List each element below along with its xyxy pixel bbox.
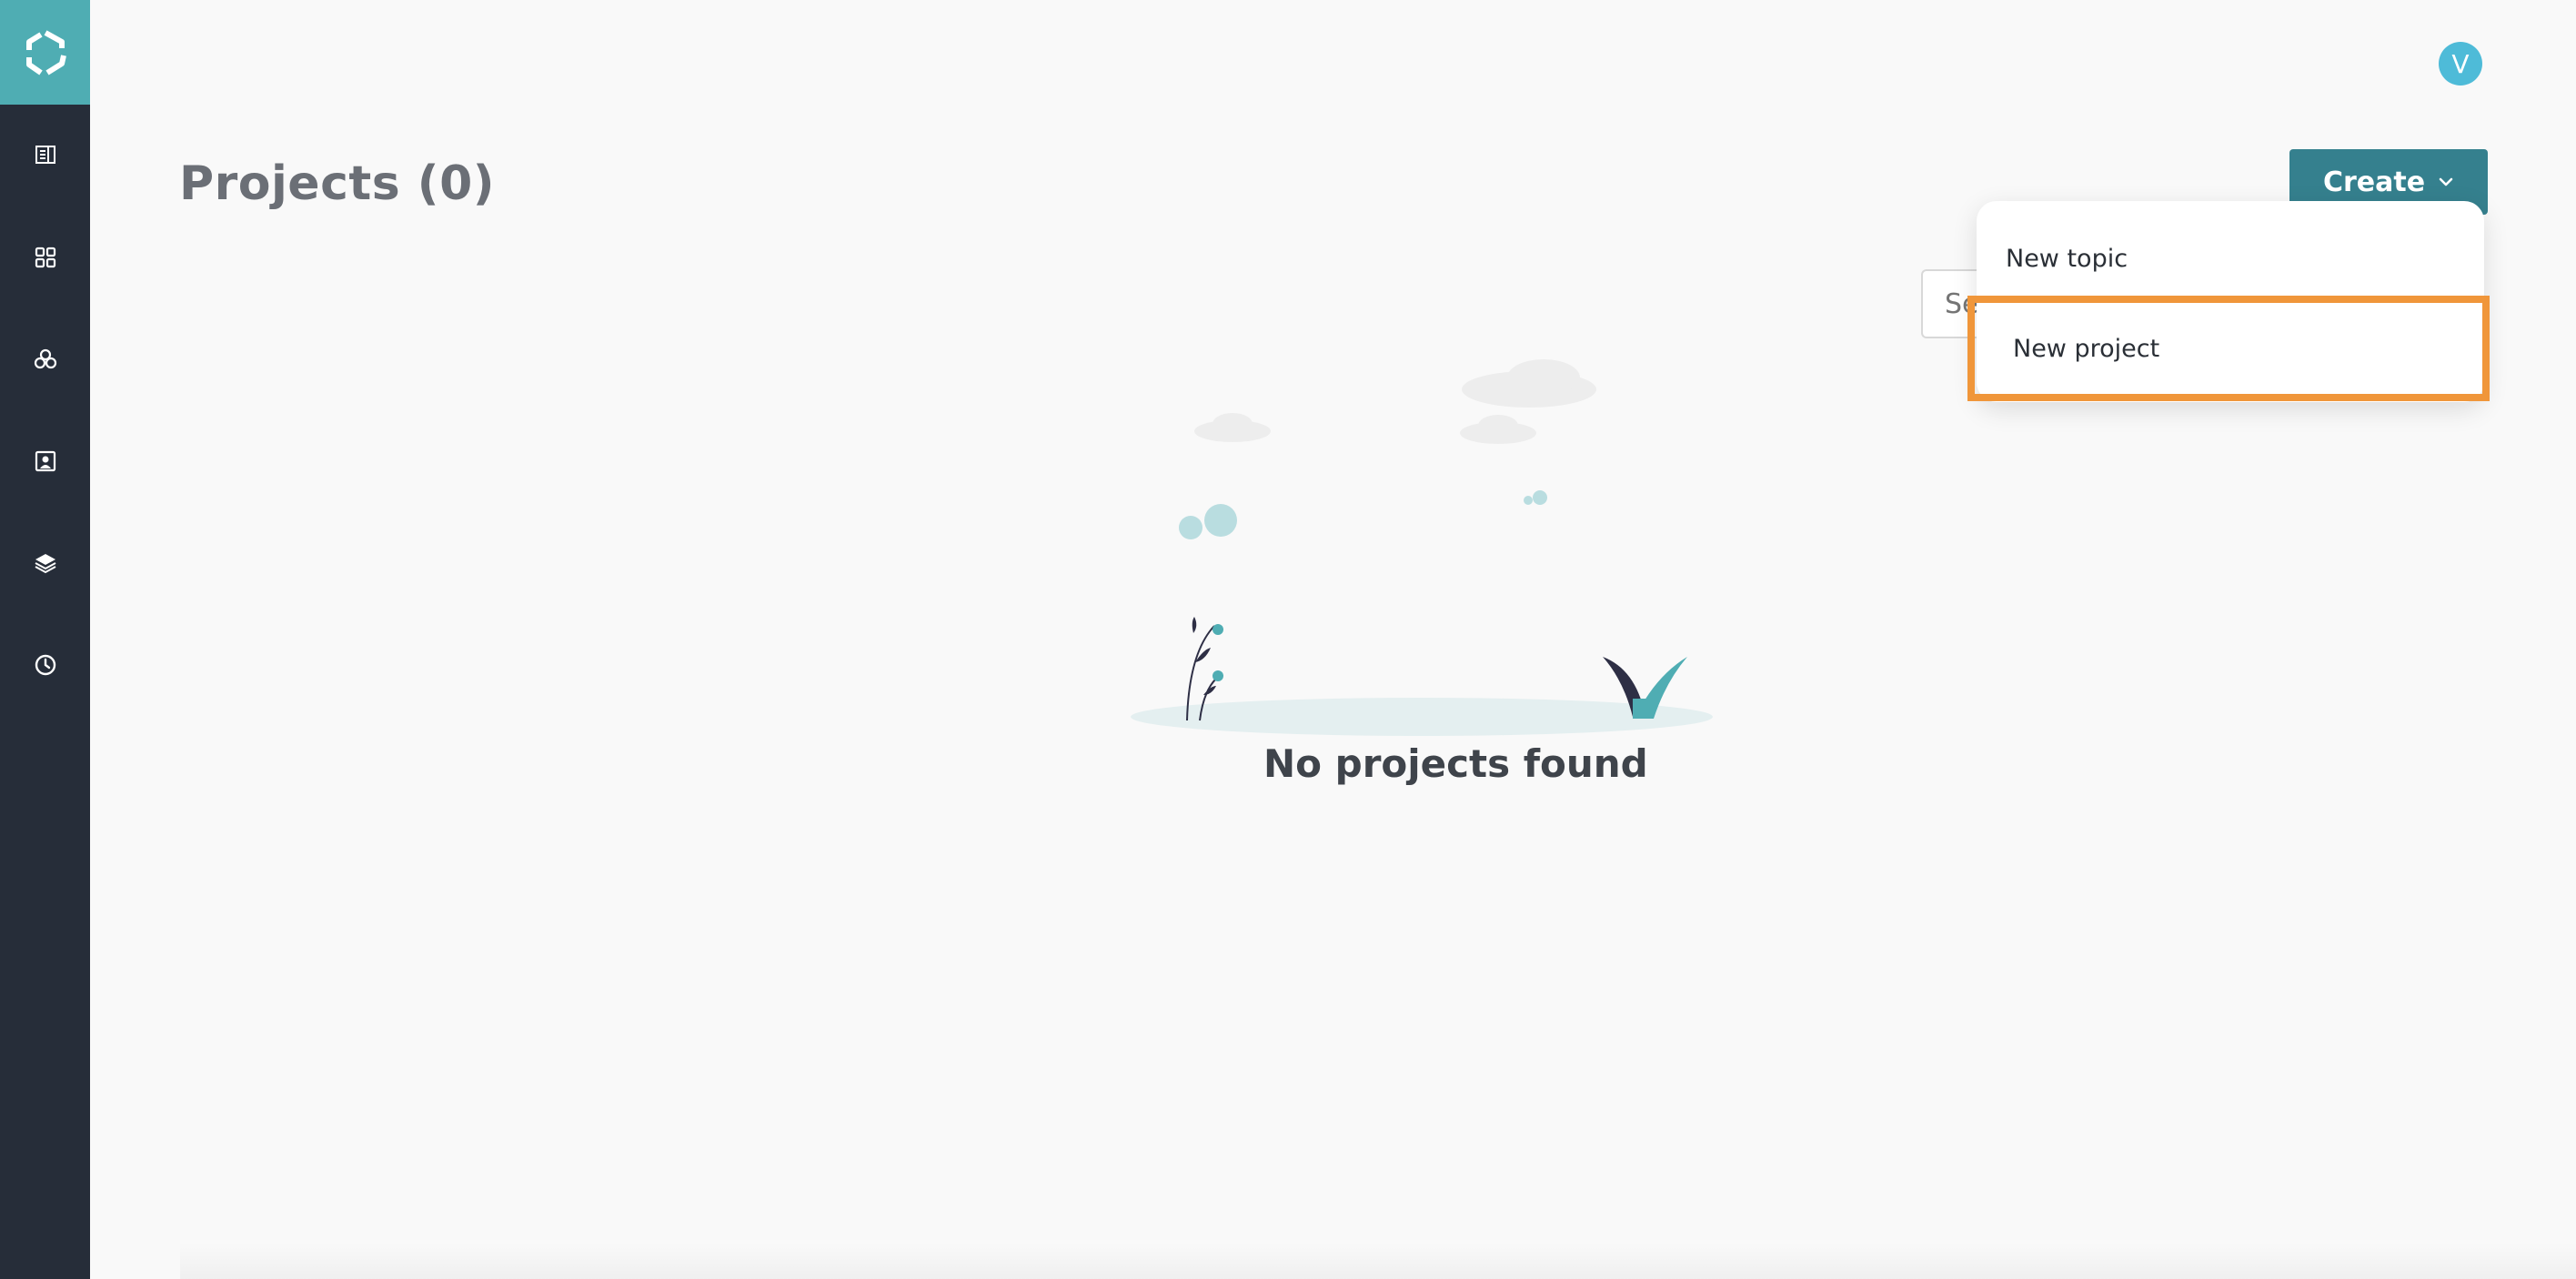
circles-cluster-icon	[34, 348, 56, 369]
sidebar-item-documents[interactable]	[0, 127, 90, 182]
sidebar-item-history[interactable]	[0, 638, 90, 692]
contact-card-icon	[35, 450, 55, 472]
sidebar-item-contacts[interactable]	[0, 434, 90, 488]
bottom-shade	[180, 1243, 2576, 1279]
main-content: Projects (0) V Create Se No projects fou…	[90, 0, 2576, 1279]
empty-state-message: No projects found	[1263, 741, 1648, 786]
menu-item-label: New topic	[2006, 244, 2128, 273]
app-logo[interactable]	[0, 0, 90, 105]
user-avatar[interactable]: V	[2439, 42, 2482, 86]
sidebar-item-dashboard[interactable]	[0, 230, 90, 285]
logo-icon	[25, 29, 66, 76]
menu-item-new-topic[interactable]: New topic	[1977, 217, 2484, 299]
create-button-label: Create	[2322, 166, 2426, 198]
menu-item-label: New project	[2013, 334, 2160, 363]
menu-item-new-project[interactable]: New project	[1967, 296, 2490, 401]
sidebar-item-topics[interactable]	[0, 332, 90, 387]
document-list-icon	[35, 146, 55, 164]
page-title: Projects (0)	[179, 156, 496, 211]
grid-icon	[35, 247, 55, 268]
empty-state-illustration	[1131, 359, 1713, 736]
sidebar-item-layers[interactable]	[0, 536, 90, 590]
sidebar	[0, 0, 90, 1279]
layers-icon	[35, 554, 55, 574]
clock-icon	[35, 654, 55, 676]
create-dropdown-menu: New topic New project	[1967, 201, 2490, 402]
avatar-initial: V	[2451, 48, 2470, 79]
chevron-down-icon	[2439, 177, 2453, 186]
